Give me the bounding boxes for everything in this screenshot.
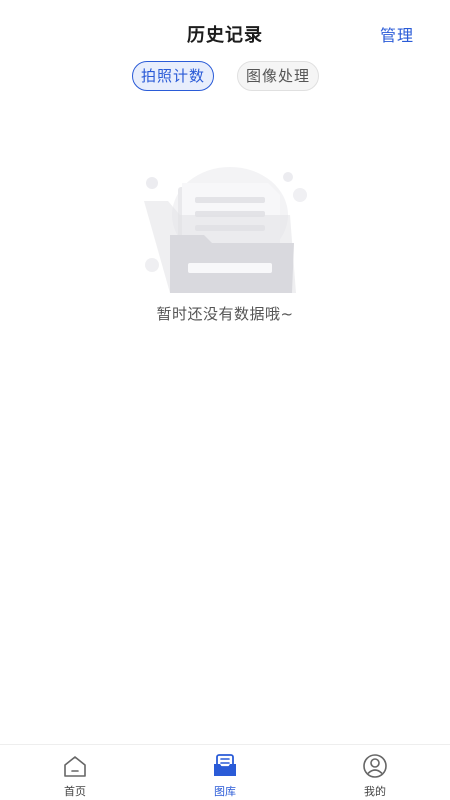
tabbar-label: 首页 bbox=[64, 785, 86, 798]
tab-switcher: 拍照计数 图像处理 bbox=[0, 61, 450, 95]
gallery-icon bbox=[212, 753, 238, 779]
empty-state-text: 暂时还没有数据哦~ bbox=[156, 305, 294, 323]
tab-photo-count[interactable]: 拍照计数 bbox=[132, 61, 214, 91]
tabbar-item-gallery[interactable]: 图库 bbox=[150, 745, 300, 800]
profile-icon bbox=[362, 753, 388, 779]
tab-image-processing[interactable]: 图像处理 bbox=[237, 61, 319, 91]
tabbar-item-home[interactable]: 首页 bbox=[0, 745, 150, 800]
tabbar-item-profile[interactable]: 我的 bbox=[300, 745, 450, 800]
bottom-tab-bar: 首页 图库 我的 bbox=[0, 744, 450, 800]
manage-button[interactable]: 管理 bbox=[380, 22, 414, 46]
empty-folder-icon bbox=[140, 165, 315, 300]
tabbar-label: 图库 bbox=[214, 785, 236, 798]
tabbar-label: 我的 bbox=[364, 785, 386, 798]
home-icon bbox=[62, 753, 88, 779]
header: 历史记录 管理 bbox=[0, 0, 450, 66]
